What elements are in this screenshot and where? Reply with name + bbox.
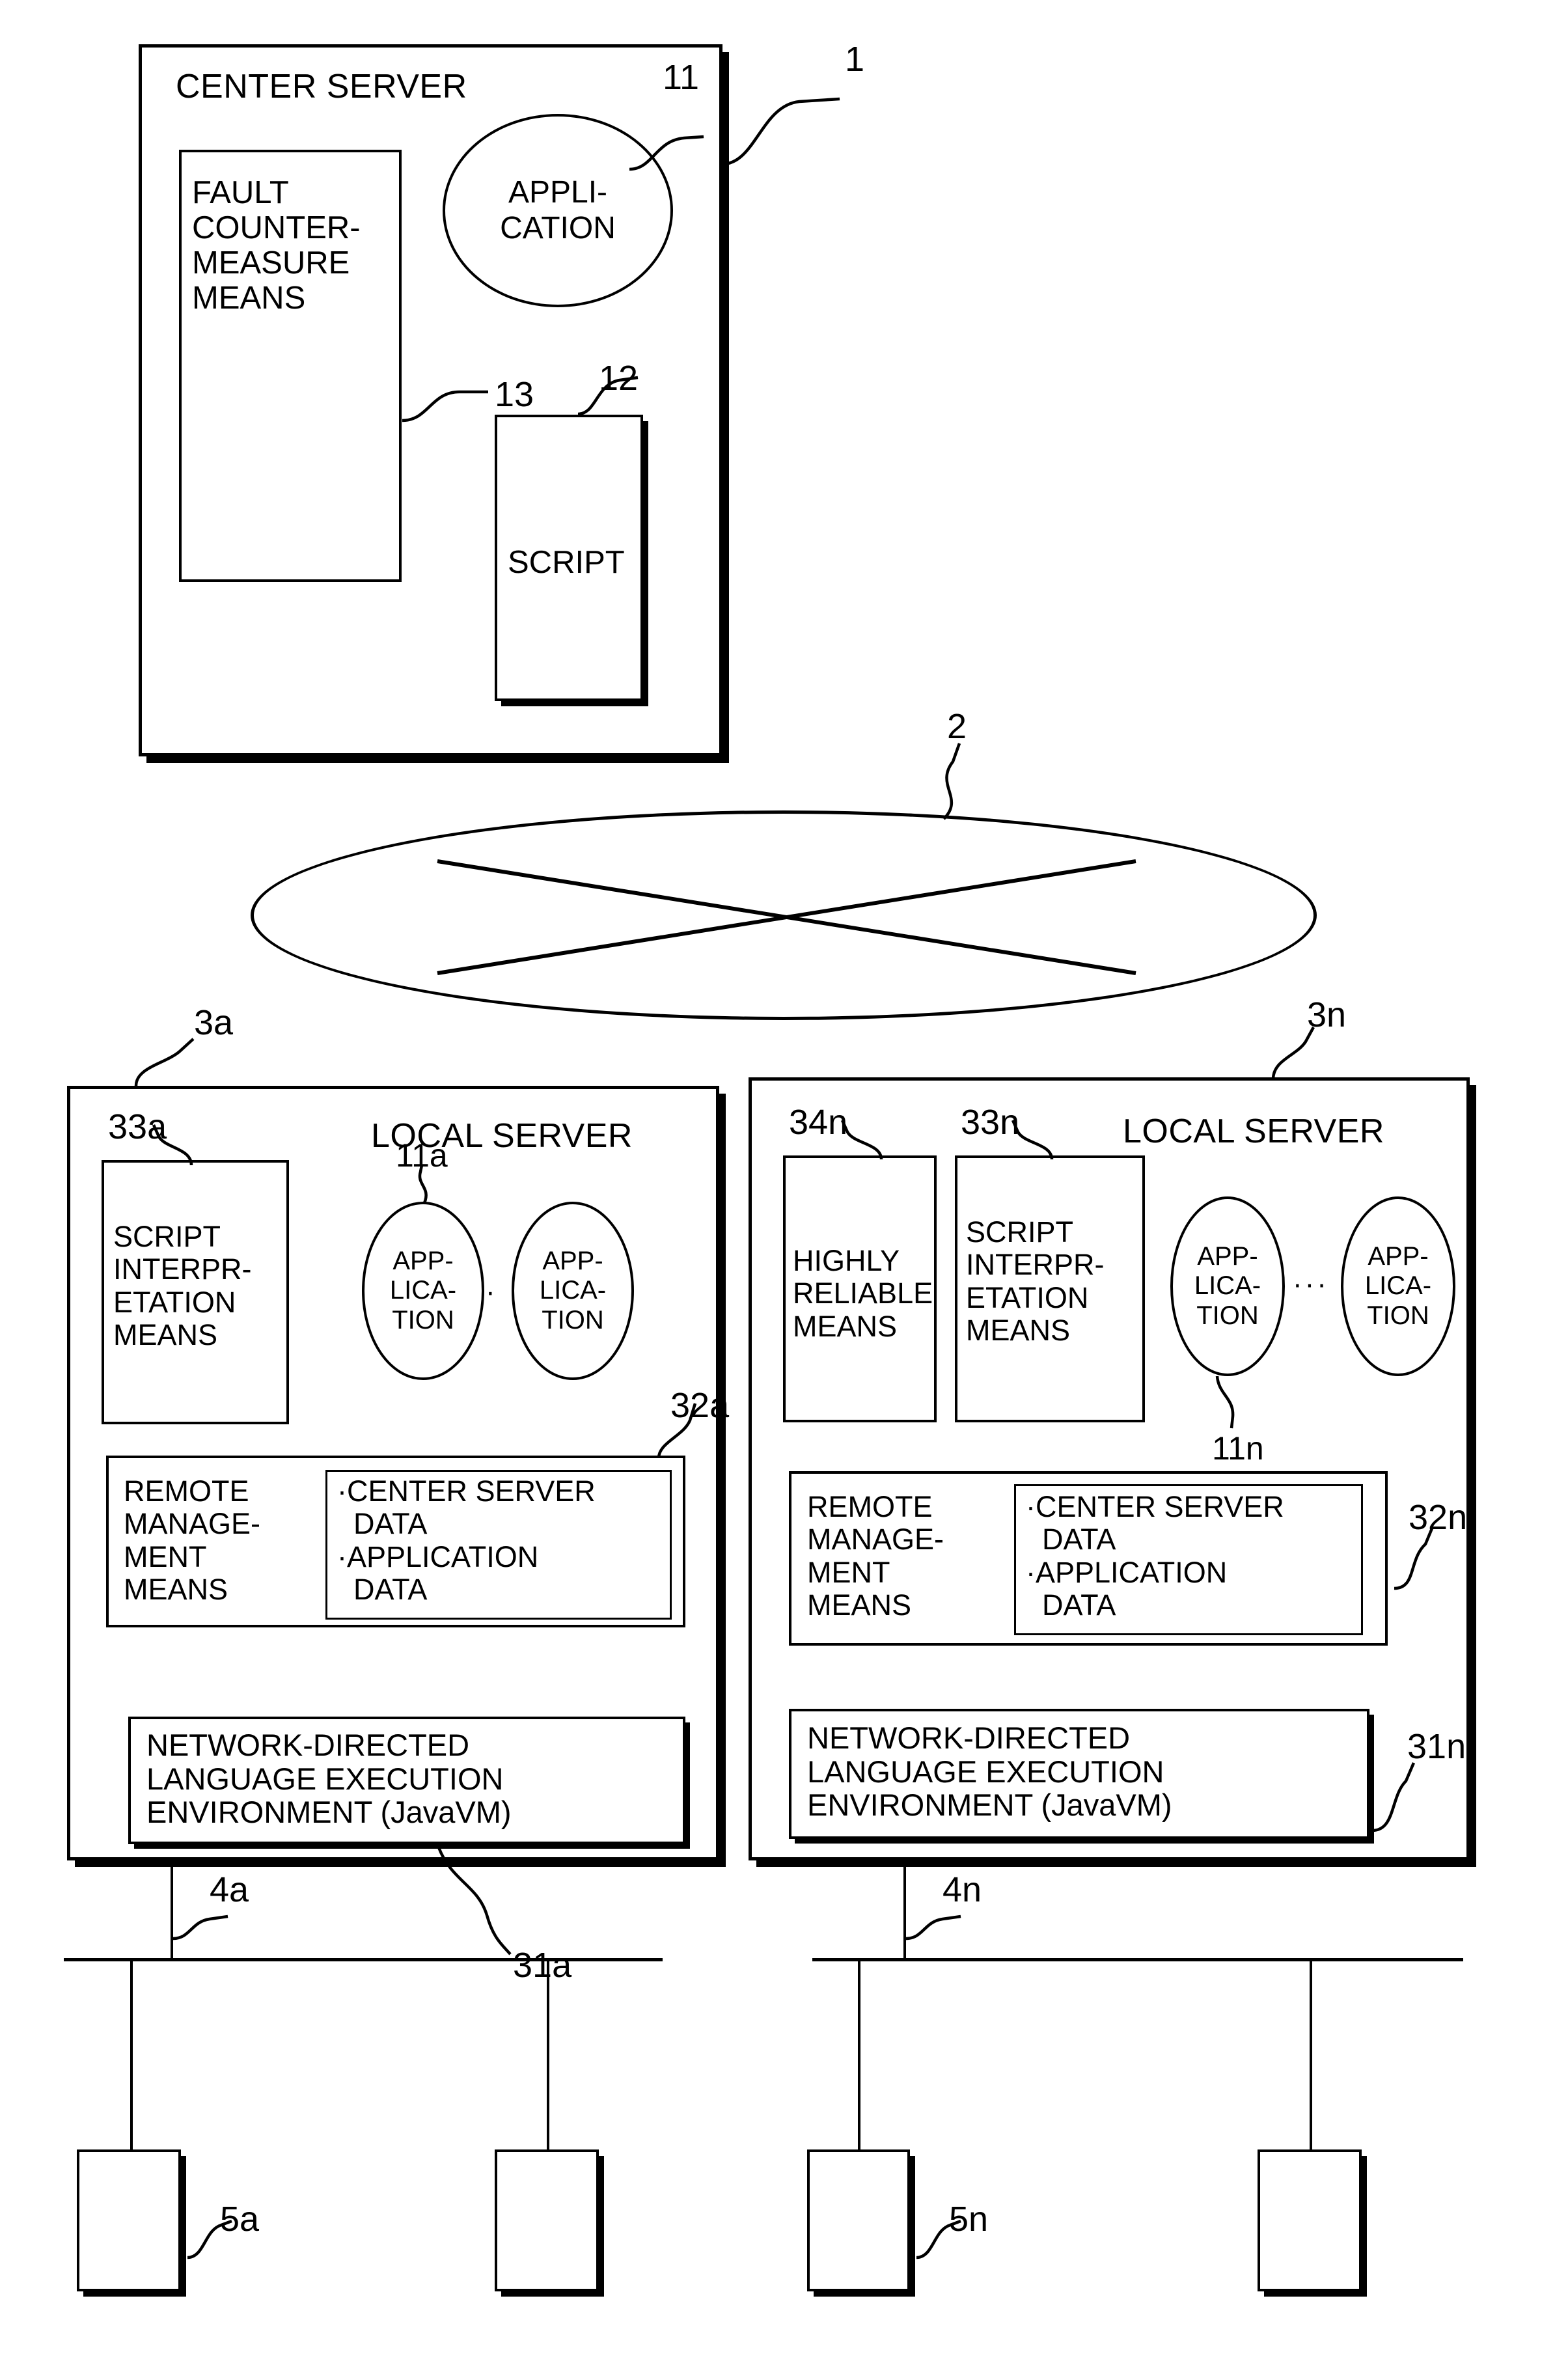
local-server-a-application-label-1: APP- LICA- TION bbox=[389, 1246, 457, 1334]
remote-management-means-n-label: REMOTE MANAGE- MENT MEANS bbox=[807, 1490, 944, 1622]
terminal-a-2 bbox=[495, 2149, 599, 2291]
script-interpretation-means-a-label: SCRIPT INTERPR- ETATION MEANS bbox=[113, 1220, 252, 1352]
ref-label-12: 12 bbox=[599, 359, 639, 398]
bus-line-n bbox=[812, 1958, 1463, 1961]
local-server-n-application-label-1: APP- LICA- TION bbox=[1194, 1241, 1261, 1330]
ref-label-33a: 33a bbox=[108, 1107, 167, 1146]
script-interpretation-means-n-label: SCRIPT INTERPR- ETATION MEANS bbox=[966, 1215, 1105, 1347]
ref-label-32n: 32n bbox=[1409, 1498, 1468, 1537]
ref-label-32a: 32a bbox=[670, 1386, 730, 1425]
network-ellipse bbox=[251, 810, 1317, 1020]
ref-label-11n: 11n bbox=[1212, 1430, 1264, 1467]
terminal-n-1-drop bbox=[858, 1961, 860, 2149]
runtime-environment-n-label: NETWORK-DIRECTED LANGUAGE EXECUTION ENVI… bbox=[807, 1720, 1172, 1823]
script-label: SCRIPT bbox=[508, 545, 625, 580]
fault-countermeasure-means-label: FAULT COUNTER- MEASURE MEANS bbox=[192, 175, 361, 316]
ref-label-11: 11 bbox=[663, 58, 700, 97]
center-server-application-ellipse: APPLI- CATION bbox=[443, 114, 673, 307]
terminal-a-1 bbox=[77, 2149, 181, 2291]
ref-label-3n: 3n bbox=[1307, 995, 1347, 1034]
runtime-environment-a-label: NETWORK-DIRECTED LANGUAGE EXECUTION ENVI… bbox=[146, 1728, 512, 1830]
terminal-n-2 bbox=[1258, 2149, 1362, 2291]
ref-label-4a: 4a bbox=[210, 1870, 249, 1909]
terminal-a-1-drop bbox=[130, 1961, 133, 2149]
local-server-n-application-ellipse-1: APP- LICA- TION bbox=[1170, 1196, 1285, 1376]
local-server-a-application-ellipse-2: APP- LICA- TION bbox=[512, 1202, 634, 1380]
ref-label-4n: 4n bbox=[942, 1870, 982, 1909]
ref-label-5a: 5a bbox=[220, 2200, 260, 2239]
ref-label-33n: 33n bbox=[961, 1103, 1020, 1142]
local-server-n-bus-drop bbox=[903, 1860, 906, 1958]
bus-line-a bbox=[64, 1958, 663, 1961]
terminal-a-2-drop bbox=[547, 1961, 549, 2149]
ref-label-31n: 31n bbox=[1407, 1727, 1466, 1766]
local-server-a-bus-drop bbox=[171, 1860, 173, 1958]
ref-label-3a: 3a bbox=[194, 1003, 234, 1042]
highly-reliable-means-label: HIGHLY RELIABLE MEANS bbox=[793, 1244, 933, 1343]
local-server-a-application-separator: · bbox=[486, 1276, 498, 1308]
remote-management-means-a-data-list: ·CENTER SERVER DATA ·APPLICATION DATA bbox=[337, 1474, 596, 1607]
local-server-n-title: LOCAL SERVER bbox=[1123, 1112, 1384, 1150]
ref-label-5n: 5n bbox=[949, 2200, 989, 2239]
patent-figure: CENTER SERVER 1 FAULT COUNTER- MEASURE M… bbox=[0, 0, 1568, 2363]
ref-label-31a: 31a bbox=[513, 1946, 572, 1985]
local-server-a-application-label-2: APP- LICA- TION bbox=[539, 1246, 607, 1334]
center-server-title: CENTER SERVER bbox=[176, 68, 467, 105]
ref-label-2: 2 bbox=[947, 707, 967, 746]
terminal-n-2-drop bbox=[1310, 1961, 1312, 2149]
remote-management-means-a-label: REMOTE MANAGE- MENT MEANS bbox=[124, 1474, 261, 1607]
ref-label-1: 1 bbox=[845, 40, 865, 79]
leader-line-ref-1 bbox=[722, 97, 840, 166]
ref-label-34n: 34n bbox=[789, 1103, 848, 1142]
ref-label-13: 13 bbox=[495, 375, 534, 414]
local-server-a-application-ellipse-1: APP- LICA- TION bbox=[362, 1202, 484, 1380]
center-server-application-label: APPLI- CATION bbox=[500, 174, 616, 245]
terminal-n-1 bbox=[807, 2149, 910, 2291]
remote-management-means-n-data-list: ·CENTER SERVER DATA ·APPLICATION DATA bbox=[1026, 1490, 1284, 1622]
local-server-n-application-ellipse-2: APP- LICA- TION bbox=[1341, 1196, 1455, 1376]
local-server-n-application-label-2: APP- LICA- TION bbox=[1364, 1241, 1432, 1330]
ref-label-11a: 11a bbox=[396, 1137, 448, 1174]
local-server-n-application-separator: ··· bbox=[1293, 1268, 1329, 1300]
